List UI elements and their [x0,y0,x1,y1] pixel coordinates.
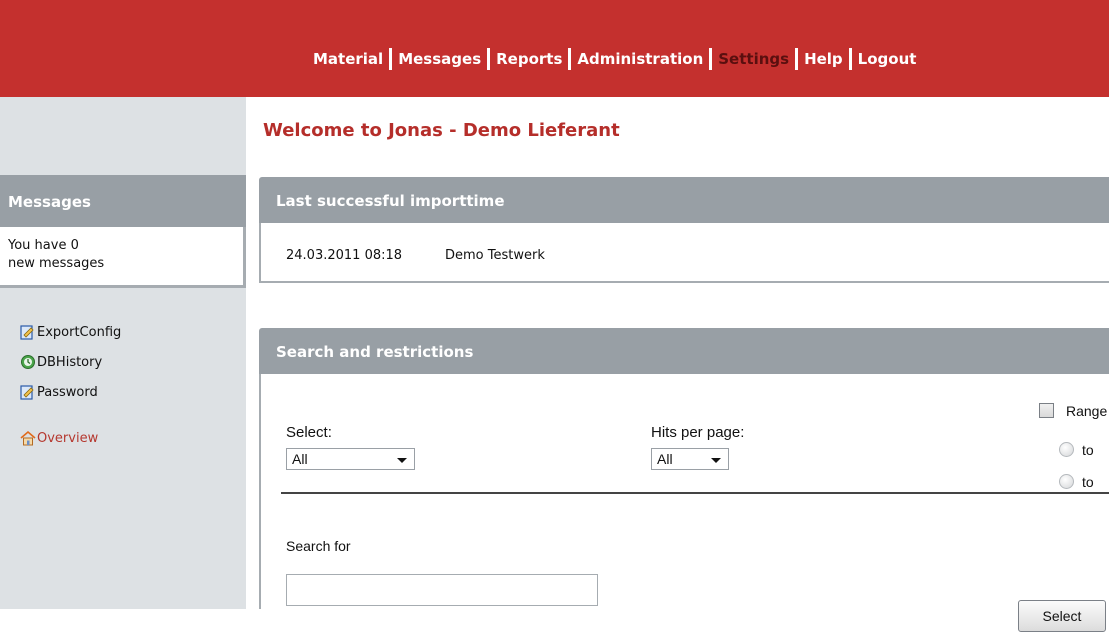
sidebar-item-dbhistory[interactable]: DBHistory [20,347,121,377]
sidebar-item-label: Overview [37,430,99,446]
nav-reports[interactable]: Reports [496,50,562,68]
hits-per-page-label: Hits per page: [651,424,745,441]
nav-material[interactable]: Material [313,50,383,68]
nav-separator [389,48,393,70]
sidebar-links: ExportConfig DBHistory Password Overview [20,317,121,453]
import-plant: Demo Testwerk [445,248,545,263]
history-icon [21,355,35,369]
range-checkbox[interactable] [1039,403,1054,418]
edit-document-icon [20,325,34,340]
nav-logout[interactable]: Logout [858,50,917,68]
range-option-2-label: to [1082,474,1094,490]
messages-box-title: Messages [8,193,91,211]
nav-separator [795,48,799,70]
import-panel-body: 24.03.2011 08:18 Demo Testwerk [259,223,1109,283]
main-nav: Material Messages Reports Administration… [313,48,916,70]
page-title: Welcome to Jonas - Demo Lieferant [263,120,620,141]
range-radio-2[interactable] [1059,474,1074,489]
search-panel-header: Search and restrictions [259,328,1109,374]
sidebar-item-password[interactable]: Password [20,377,121,407]
sidebar-item-overview[interactable]: Overview [20,423,121,453]
chevron-down-icon [711,458,721,463]
select-button[interactable]: Select [1018,600,1106,632]
import-date: 24.03.2011 08:18 [286,248,403,263]
edit-document-icon [20,385,34,400]
sidebar-item-label: ExportConfig [37,324,122,340]
search-input[interactable] [286,574,598,606]
messages-box-header: Messages [0,175,246,227]
messages-count-line1: You have 0 [8,238,79,253]
sidebar-item-label: DBHistory [37,354,103,370]
messages-box-body: You have 0 new messages [0,227,246,288]
nav-separator [568,48,572,70]
select-label: Select: [286,424,332,441]
range-label: Range [1066,403,1108,419]
nav-separator [848,48,852,70]
sidebar-item-label: Password [37,384,98,400]
import-panel-header: Last successful importtime [259,177,1109,223]
nav-administration[interactable]: Administration [577,50,703,68]
sidebar: Messages You have 0 new messages ExportC… [0,97,246,609]
section-divider [281,492,1109,494]
hits-per-page-value: All [657,451,673,467]
search-panel-title: Search and restrictions [276,343,474,361]
nav-separator [487,48,491,70]
chevron-down-icon [397,458,407,463]
range-radio-1[interactable] [1059,442,1074,457]
import-panel-title: Last successful importtime [276,192,505,210]
nav-messages[interactable]: Messages [398,50,481,68]
search-panel-body: Select: All Hits per page: All Range to … [259,374,1109,632]
nav-help[interactable]: Help [804,50,843,68]
home-icon [20,430,36,446]
sidebar-item-exportconfig[interactable]: ExportConfig [20,317,121,347]
select-dropdown[interactable]: All [286,448,415,470]
nav-settings[interactable]: Settings [718,50,789,68]
range-option-1-label: to [1082,442,1094,458]
hits-per-page-dropdown[interactable]: All [651,448,729,470]
top-bar: Material Messages Reports Administration… [0,0,1109,97]
select-dropdown-value: All [292,451,308,467]
messages-count-line2: new messages [8,256,105,271]
search-for-label: Search for [286,538,351,554]
nav-separator [709,48,713,70]
